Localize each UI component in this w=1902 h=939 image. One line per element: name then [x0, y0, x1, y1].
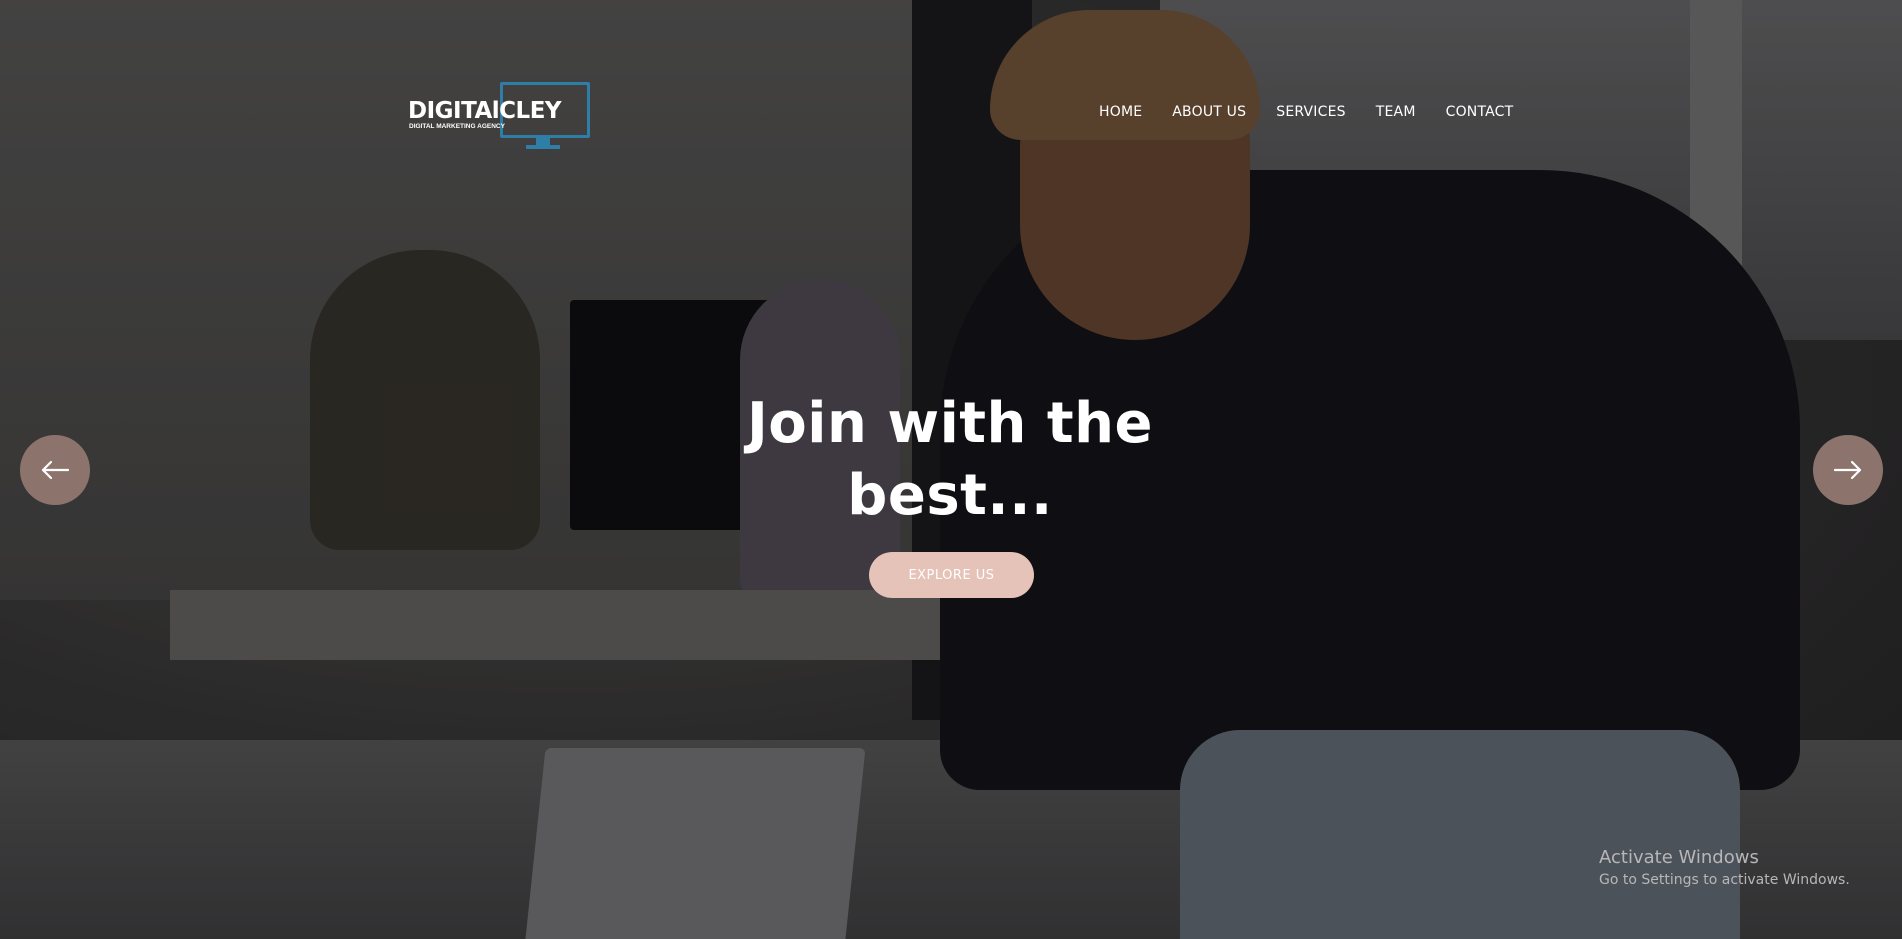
monitor-base [526, 145, 560, 149]
headline-line-1: Join with the [746, 391, 1154, 456]
watermark-title: Activate Windows [1599, 847, 1759, 868]
logo-text: DIGITAlCLEY [408, 98, 562, 124]
nav-home[interactable]: HOME [1099, 104, 1142, 120]
site-logo[interactable]: DIGITAlCLEY DIGITAL MARKETING AGENCY [408, 80, 590, 158]
nav-about-us[interactable]: ABOUT US [1172, 104, 1246, 120]
logo-subtitle: DIGITAL MARKETING AGENCY [409, 123, 505, 130]
nav-contact[interactable]: CONTACT [1446, 104, 1514, 120]
monitor-stand [536, 137, 550, 145]
hero-headline: Join with the best... [700, 388, 1200, 532]
main-nav: HOME ABOUT US SERVICES TEAM CONTACT [1099, 104, 1543, 120]
explore-us-button[interactable]: EXPLORE US [869, 552, 1034, 598]
nav-services[interactable]: SERVICES [1276, 104, 1346, 120]
arrow-right-icon [1833, 460, 1862, 480]
slider-prev-button[interactable] [20, 435, 90, 505]
windows-activation-watermark: Activate Windows Go to Settings to activ… [1599, 847, 1850, 888]
arrow-left-icon [41, 460, 70, 480]
nav-team[interactable]: TEAM [1376, 104, 1416, 120]
headline-line-2: best... [847, 463, 1053, 528]
watermark-subtitle: Go to Settings to activate Windows. [1599, 872, 1850, 888]
slider-next-button[interactable] [1813, 435, 1883, 505]
